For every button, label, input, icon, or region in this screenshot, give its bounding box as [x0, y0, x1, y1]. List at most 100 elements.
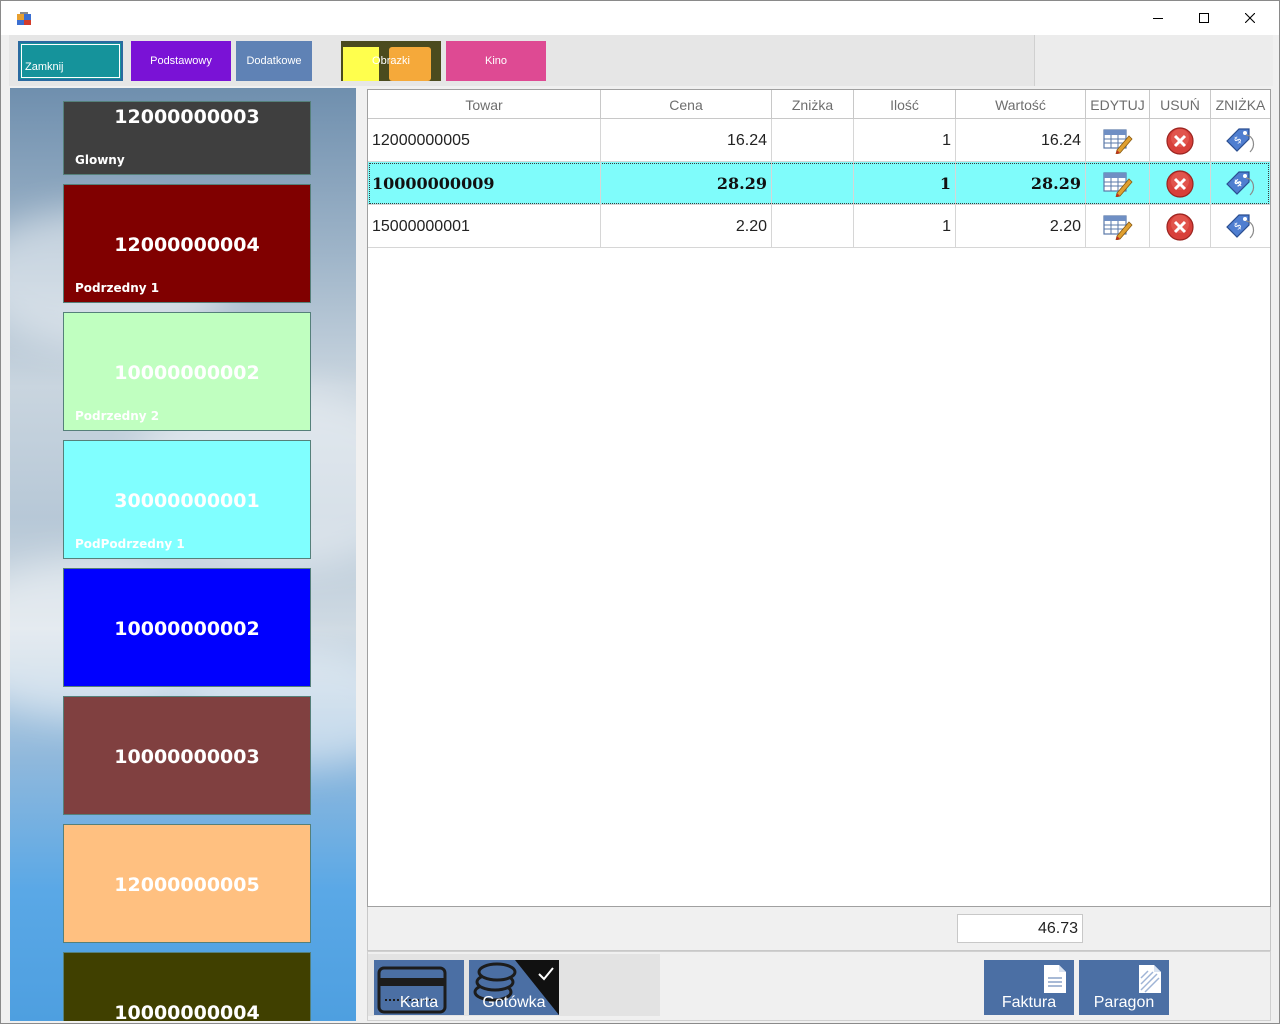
discount-row-button[interactable]: $ — [1211, 205, 1270, 248]
minimize-button[interactable] — [1135, 1, 1181, 35]
delete-x-icon — [1165, 169, 1195, 199]
category-label: Zamknij — [25, 61, 64, 73]
category-label: Dodatkowe — [246, 55, 302, 67]
product-tile[interactable]: 12000000005 — [63, 824, 311, 943]
product-group: Podrzedny 1 — [75, 281, 160, 295]
column-header-ilosc[interactable]: Ilość — [854, 90, 956, 119]
column-header-wartosc[interactable]: Wartość — [956, 90, 1086, 119]
product-tile[interactable]: 10000000004 — [63, 952, 311, 1021]
receipt-button[interactable]: Paragon — [1079, 960, 1169, 1015]
category-label: Kino — [484, 55, 508, 67]
category-bar-spacer — [1034, 35, 1273, 86]
minimize-icon — [1153, 18, 1163, 19]
column-header-cena[interactable]: Cena — [601, 90, 772, 119]
cash-payment-button[interactable]: Gotówka — [469, 960, 559, 1015]
maximize-button[interactable] — [1181, 1, 1227, 35]
grid-header: Towar Cena Zniżka Ilość Wartość EDYTUJ U… — [368, 90, 1270, 119]
table-row[interactable]: 12000000005 16.24 1 16.24 $ — [368, 119, 1270, 162]
cell-towar: 10000000009 — [368, 162, 601, 205]
receipt-document-icon — [1139, 965, 1161, 993]
card-payment-label: Karta — [399, 994, 439, 1011]
product-group: Podrzedny 2 — [75, 409, 160, 423]
close-button[interactable] — [1227, 1, 1273, 35]
category-label: Podstawowy — [150, 55, 212, 67]
maximize-icon — [1199, 13, 1209, 23]
cell-cena: 2.20 — [601, 205, 772, 248]
delete-x-icon — [1165, 126, 1195, 156]
product-code: 12000000004 — [114, 234, 260, 256]
summary-bar: 46.73 — [367, 907, 1271, 951]
column-header-edytuj[interactable]: EDYTUJ — [1086, 90, 1150, 119]
invoice-button[interactable]: Faktura — [984, 960, 1074, 1015]
cell-towar: 15000000001 — [368, 205, 601, 248]
table-row[interactable]: 15000000001 2.20 1 2.20 $ — [368, 205, 1270, 248]
product-code: 10000000004 — [114, 1002, 260, 1021]
discount-row-button[interactable]: $ — [1211, 162, 1270, 205]
edit-grid-icon — [1102, 171, 1133, 197]
edit-grid-icon — [1102, 214, 1133, 240]
column-header-znizka[interactable]: Zniżka — [772, 90, 854, 119]
order-grid[interactable]: Towar Cena Zniżka Ilość Wartość EDYTUJ U… — [367, 89, 1271, 907]
invoice-document-icon — [1044, 965, 1066, 993]
edit-row-button[interactable] — [1086, 162, 1150, 205]
product-tile[interactable]: 10000000002 Podrzedny 2 — [63, 312, 311, 431]
product-code: 10000000002 — [114, 618, 260, 640]
title-bar — [1, 1, 1279, 35]
cell-ilosc: 1 — [854, 205, 956, 248]
cell-znizka — [772, 119, 854, 162]
price-tag-icon: $ — [1224, 126, 1258, 156]
category-podstawowy-button[interactable]: Podstawowy — [131, 41, 231, 81]
column-header-towar[interactable]: Towar — [368, 90, 601, 119]
product-code: 30000000001 — [114, 490, 260, 512]
card-payment-button[interactable]: Karta — [374, 960, 464, 1015]
product-code: 10000000002 — [114, 362, 260, 384]
category-dodatkowe-button[interactable]: Dodatkowe — [236, 41, 312, 81]
cash-payment-label: Gotówka — [482, 994, 546, 1011]
product-code: 12000000005 — [114, 874, 260, 896]
cell-ilosc: 1 — [854, 119, 956, 162]
cell-cena: 28.29 — [601, 162, 772, 205]
table-row[interactable]: 10000000009 28.29 1 28.29 $ — [368, 162, 1270, 205]
cell-znizka — [772, 162, 854, 205]
category-label: Obrazki — [372, 55, 410, 67]
edit-grid-icon — [1102, 128, 1133, 154]
category-obrazki-button[interactable]: Obrazki — [341, 41, 441, 81]
product-code: 10000000003 — [114, 746, 260, 768]
total-value: 46.73 — [957, 914, 1083, 943]
receipt-label: Paragon — [1093, 994, 1155, 1011]
category-zamknij-button[interactable]: Zamknij — [18, 41, 123, 81]
delete-row-button[interactable] — [1150, 119, 1211, 162]
invoice-label: Faktura — [1001, 994, 1057, 1011]
delete-row-button[interactable] — [1150, 205, 1211, 248]
category-kino-button[interactable]: Kino — [446, 41, 546, 81]
edit-row-button[interactable] — [1086, 119, 1150, 162]
cell-znizka — [772, 205, 854, 248]
pos-window: Zamknij Podstawowy Dodatkowe Obrazki Kin… — [0, 0, 1280, 1024]
cell-wartosc: 28.29 — [956, 162, 1086, 205]
price-tag-icon: $ — [1224, 212, 1258, 242]
app-icon — [17, 12, 31, 25]
close-icon — [1245, 13, 1255, 23]
cell-wartosc: 16.24 — [956, 119, 1086, 162]
product-panel[interactable]: 12000000003 Glowny 12000000004 Podrzedny… — [10, 88, 356, 1021]
cell-wartosc: 2.20 — [956, 205, 1086, 248]
edit-row-button[interactable] — [1086, 205, 1150, 248]
discount-row-button[interactable]: $ — [1211, 119, 1270, 162]
product-tile[interactable]: 30000000001 PodPodrzedny 1 — [63, 440, 311, 559]
category-bar: Zamknij Podstawowy Dodatkowe Obrazki Kin… — [9, 35, 1034, 86]
product-code: 12000000003 — [114, 106, 260, 128]
price-tag-icon: $ — [1224, 169, 1258, 199]
action-bar: Karta Gotówka Faktura Paragon — [367, 951, 1271, 1021]
delete-row-button[interactable] — [1150, 162, 1211, 205]
delete-x-icon — [1165, 212, 1195, 242]
cell-ilosc: 1 — [854, 162, 956, 205]
column-header-usun[interactable]: USUŃ — [1150, 90, 1211, 119]
product-tile[interactable]: 10000000002 — [63, 568, 311, 687]
product-tile[interactable]: 10000000003 — [63, 696, 311, 815]
product-tile[interactable]: 12000000004 Podrzedny 1 — [63, 184, 311, 303]
product-tile[interactable]: 12000000003 Glowny — [63, 101, 311, 175]
product-group: PodPodrzedny 1 — [75, 537, 185, 551]
product-group: Glowny — [75, 153, 125, 167]
column-header-znizka-action[interactable]: ZNIŻKA — [1211, 90, 1270, 119]
cell-towar: 12000000005 — [368, 119, 601, 162]
